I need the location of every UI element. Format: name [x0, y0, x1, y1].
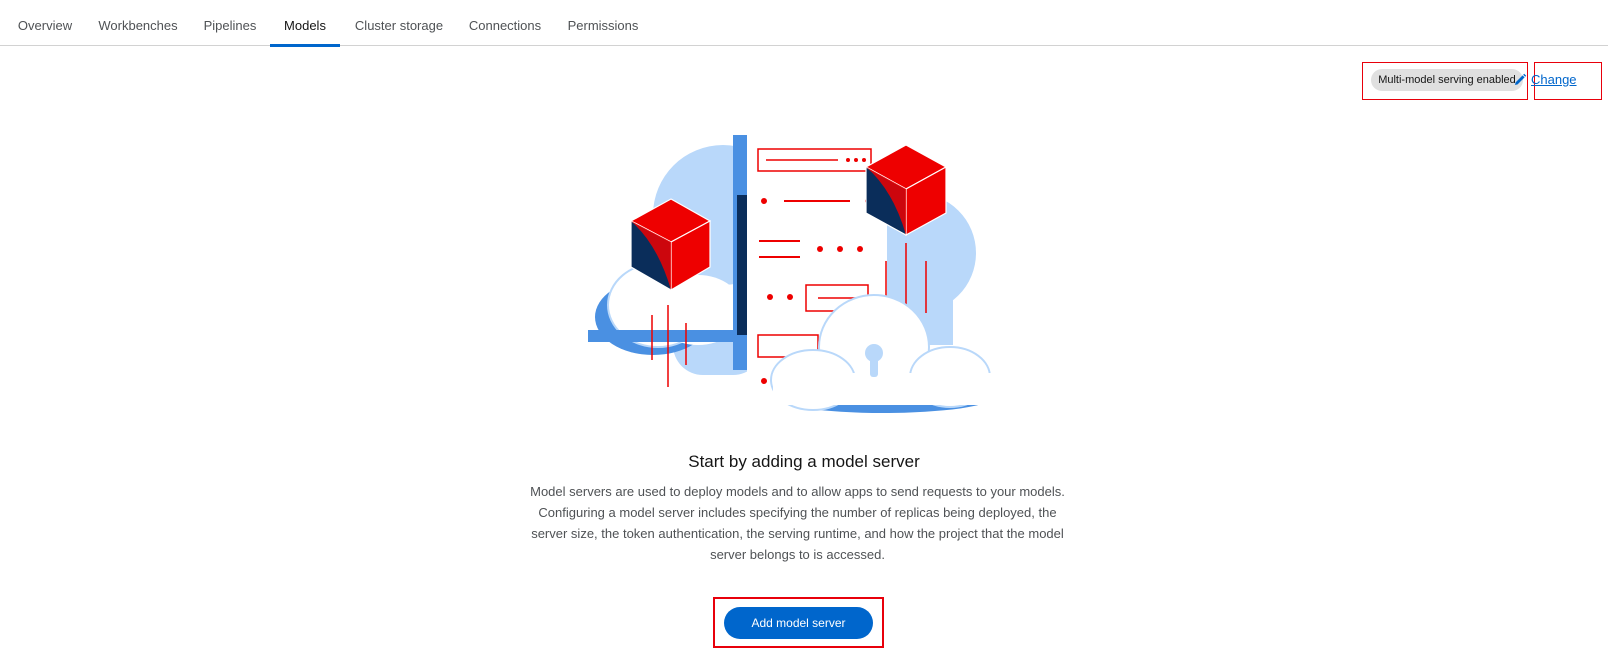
- project-tabs: Overview Workbenches Pipelines Models Cl…: [0, 0, 1608, 47]
- tab-permissions[interactable]: Permissions: [560, 0, 646, 46]
- tab-workbenches[interactable]: Workbenches: [90, 0, 186, 46]
- add-model-server-button[interactable]: Add model server: [724, 607, 873, 639]
- multi-model-serving-badge: Multi-model serving enabled: [1371, 69, 1523, 91]
- tab-connections[interactable]: Connections: [460, 0, 550, 46]
- empty-state-description: Model servers are used to deploy models …: [530, 484, 1065, 562]
- tab-pipelines[interactable]: Pipelines: [196, 0, 264, 46]
- change-serving-link[interactable]: Change: [1515, 69, 1577, 91]
- tab-models[interactable]: Models: [270, 0, 340, 47]
- tab-overview[interactable]: Overview: [10, 0, 80, 46]
- change-label: Change: [1531, 72, 1577, 87]
- empty-state-title: Start by adding a model server: [688, 452, 920, 471]
- pencil-icon: [1515, 73, 1527, 85]
- tab-cluster-storage[interactable]: Cluster storage: [346, 0, 452, 46]
- cloud-model-server-illustration: [588, 135, 993, 413]
